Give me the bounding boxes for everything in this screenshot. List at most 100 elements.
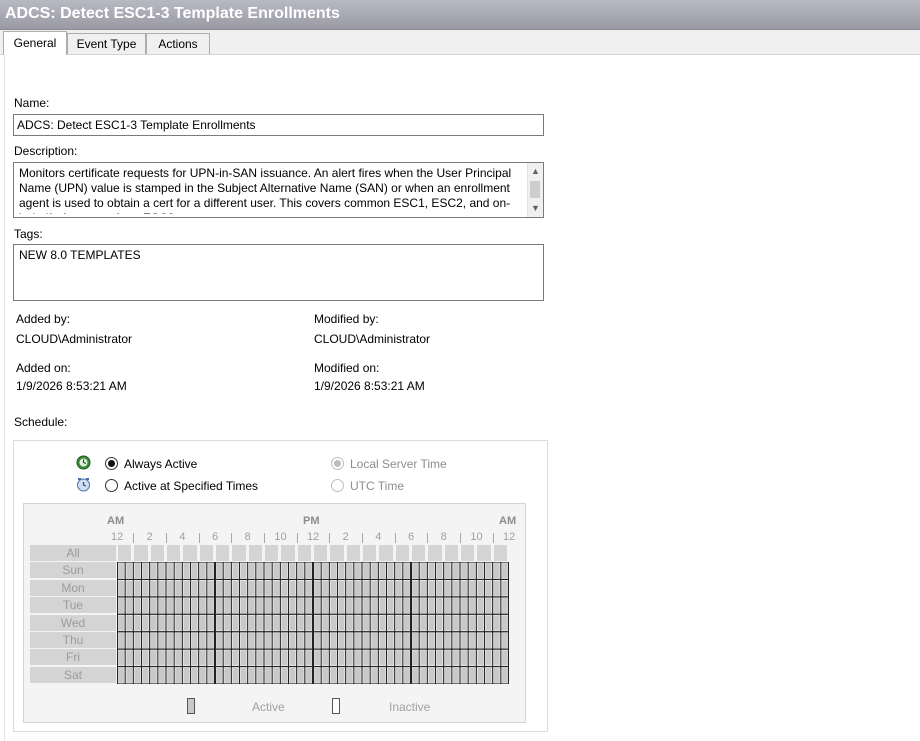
tags-field[interactable]: NEW 8.0 TEMPLATES xyxy=(13,244,544,301)
schedule-cell[interactable] xyxy=(437,598,443,613)
schedule-cell[interactable] xyxy=(298,581,304,596)
schedule-cell[interactable] xyxy=(322,563,328,578)
schedule-cell[interactable] xyxy=(159,563,165,578)
schedule-cell[interactable] xyxy=(175,563,181,578)
hour-header-button[interactable] xyxy=(134,545,147,561)
schedule-cell[interactable] xyxy=(355,615,361,630)
schedule-cell[interactable] xyxy=(151,633,157,648)
schedule-cell[interactable] xyxy=(282,615,288,630)
schedule-cell[interactable] xyxy=(298,563,304,578)
schedule-cell[interactable] xyxy=(257,633,263,648)
hour-header-button[interactable] xyxy=(232,545,245,561)
schedule-cell[interactable] xyxy=(135,598,141,613)
schedule-cell[interactable] xyxy=(494,581,500,596)
schedule-cell[interactable] xyxy=(461,633,467,648)
schedule-cell[interactable] xyxy=(396,650,402,665)
schedule-cell[interactable] xyxy=(126,563,132,578)
day-button-sat[interactable]: Sat xyxy=(30,667,116,683)
schedule-cell[interactable] xyxy=(175,615,181,630)
hour-header-button[interactable] xyxy=(216,545,229,561)
hour-header-button[interactable] xyxy=(298,545,311,561)
day-button-sun[interactable]: Sun xyxy=(30,562,116,578)
schedule-cell[interactable] xyxy=(192,650,198,665)
hour-header-button[interactable] xyxy=(200,545,213,561)
schedule-cell[interactable] xyxy=(167,598,173,613)
schedule-cell[interactable] xyxy=(371,615,377,630)
schedule-cell[interactable] xyxy=(469,581,475,596)
schedule-cell[interactable] xyxy=(314,563,320,578)
tab-event-type[interactable]: Event Type xyxy=(67,33,146,54)
schedule-cell[interactable] xyxy=(478,668,484,683)
schedule-cell[interactable] xyxy=(314,598,320,613)
schedule-cell[interactable] xyxy=(167,563,173,578)
schedule-cell[interactable] xyxy=(461,668,467,683)
hour-header-button[interactable] xyxy=(363,545,376,561)
schedule-cell[interactable] xyxy=(126,615,132,630)
schedule-cell[interactable] xyxy=(290,598,296,613)
schedule-cell[interactable] xyxy=(257,598,263,613)
schedule-cell[interactable] xyxy=(273,581,279,596)
schedule-cell[interactable] xyxy=(159,598,165,613)
schedule-cell[interactable] xyxy=(445,633,451,648)
schedule-cell[interactable] xyxy=(314,581,320,596)
schedule-cell[interactable] xyxy=(257,581,263,596)
schedule-cell[interactable] xyxy=(331,668,337,683)
schedule-cell[interactable] xyxy=(420,633,426,648)
schedule-cell[interactable] xyxy=(306,563,312,578)
schedule-cell[interactable] xyxy=(478,581,484,596)
schedule-cell[interactable] xyxy=(257,650,263,665)
schedule-cell[interactable] xyxy=(388,633,394,648)
schedule-cell[interactable] xyxy=(502,633,508,648)
schedule-cell[interactable] xyxy=(143,598,149,613)
schedule-cell[interactable] xyxy=(216,598,222,613)
hour-header-button[interactable] xyxy=(445,545,458,561)
schedule-cell[interactable] xyxy=(192,563,198,578)
schedule-cell[interactable] xyxy=(200,650,206,665)
schedule-cell[interactable] xyxy=(486,633,492,648)
schedule-cell[interactable] xyxy=(486,581,492,596)
schedule-cell[interactable] xyxy=(200,563,206,578)
schedule-cell[interactable] xyxy=(249,615,255,630)
schedule-cell[interactable] xyxy=(208,598,214,613)
schedule-cell[interactable] xyxy=(143,615,149,630)
day-button-mon[interactable]: Mon xyxy=(30,580,116,596)
schedule-cell[interactable] xyxy=(167,668,173,683)
schedule-cell[interactable] xyxy=(347,615,353,630)
schedule-cell[interactable] xyxy=(224,615,230,630)
schedule-cell[interactable] xyxy=(339,598,345,613)
schedule-cell[interactable] xyxy=(347,598,353,613)
description-field[interactable]: Monitors certificate requests for UPN-in… xyxy=(13,162,544,218)
schedule-cell[interactable] xyxy=(257,563,263,578)
schedule-cell[interactable] xyxy=(347,563,353,578)
schedule-cell[interactable] xyxy=(429,668,435,683)
schedule-cell[interactable] xyxy=(118,615,124,630)
hour-header-button[interactable] xyxy=(477,545,490,561)
schedule-cell[interactable] xyxy=(290,615,296,630)
schedule-cell[interactable] xyxy=(420,598,426,613)
schedule-cell[interactable] xyxy=(388,598,394,613)
schedule-cell[interactable] xyxy=(502,581,508,596)
schedule-cell[interactable] xyxy=(249,563,255,578)
schedule-cell[interactable] xyxy=(298,598,304,613)
schedule-cell[interactable] xyxy=(200,668,206,683)
scroll-thumb[interactable] xyxy=(530,181,540,198)
schedule-cell[interactable] xyxy=(126,633,132,648)
schedule-cell[interactable] xyxy=(469,615,475,630)
schedule-cell[interactable] xyxy=(175,633,181,648)
schedule-cell[interactable] xyxy=(469,668,475,683)
schedule-cell[interactable] xyxy=(135,668,141,683)
hour-header-button[interactable] xyxy=(494,545,507,561)
schedule-cell[interactable] xyxy=(175,650,181,665)
schedule-cell[interactable] xyxy=(314,650,320,665)
schedule-cell[interactable] xyxy=(339,633,345,648)
schedule-cell[interactable] xyxy=(404,563,410,578)
schedule-cell[interactable] xyxy=(322,598,328,613)
schedule-cell[interactable] xyxy=(224,650,230,665)
schedule-cell[interactable] xyxy=(453,581,459,596)
schedule-cell[interactable] xyxy=(175,581,181,596)
schedule-cell[interactable] xyxy=(347,633,353,648)
schedule-cell[interactable] xyxy=(478,633,484,648)
schedule-cell[interactable] xyxy=(159,581,165,596)
schedule-cell[interactable] xyxy=(429,650,435,665)
tab-general[interactable]: General xyxy=(3,31,67,55)
